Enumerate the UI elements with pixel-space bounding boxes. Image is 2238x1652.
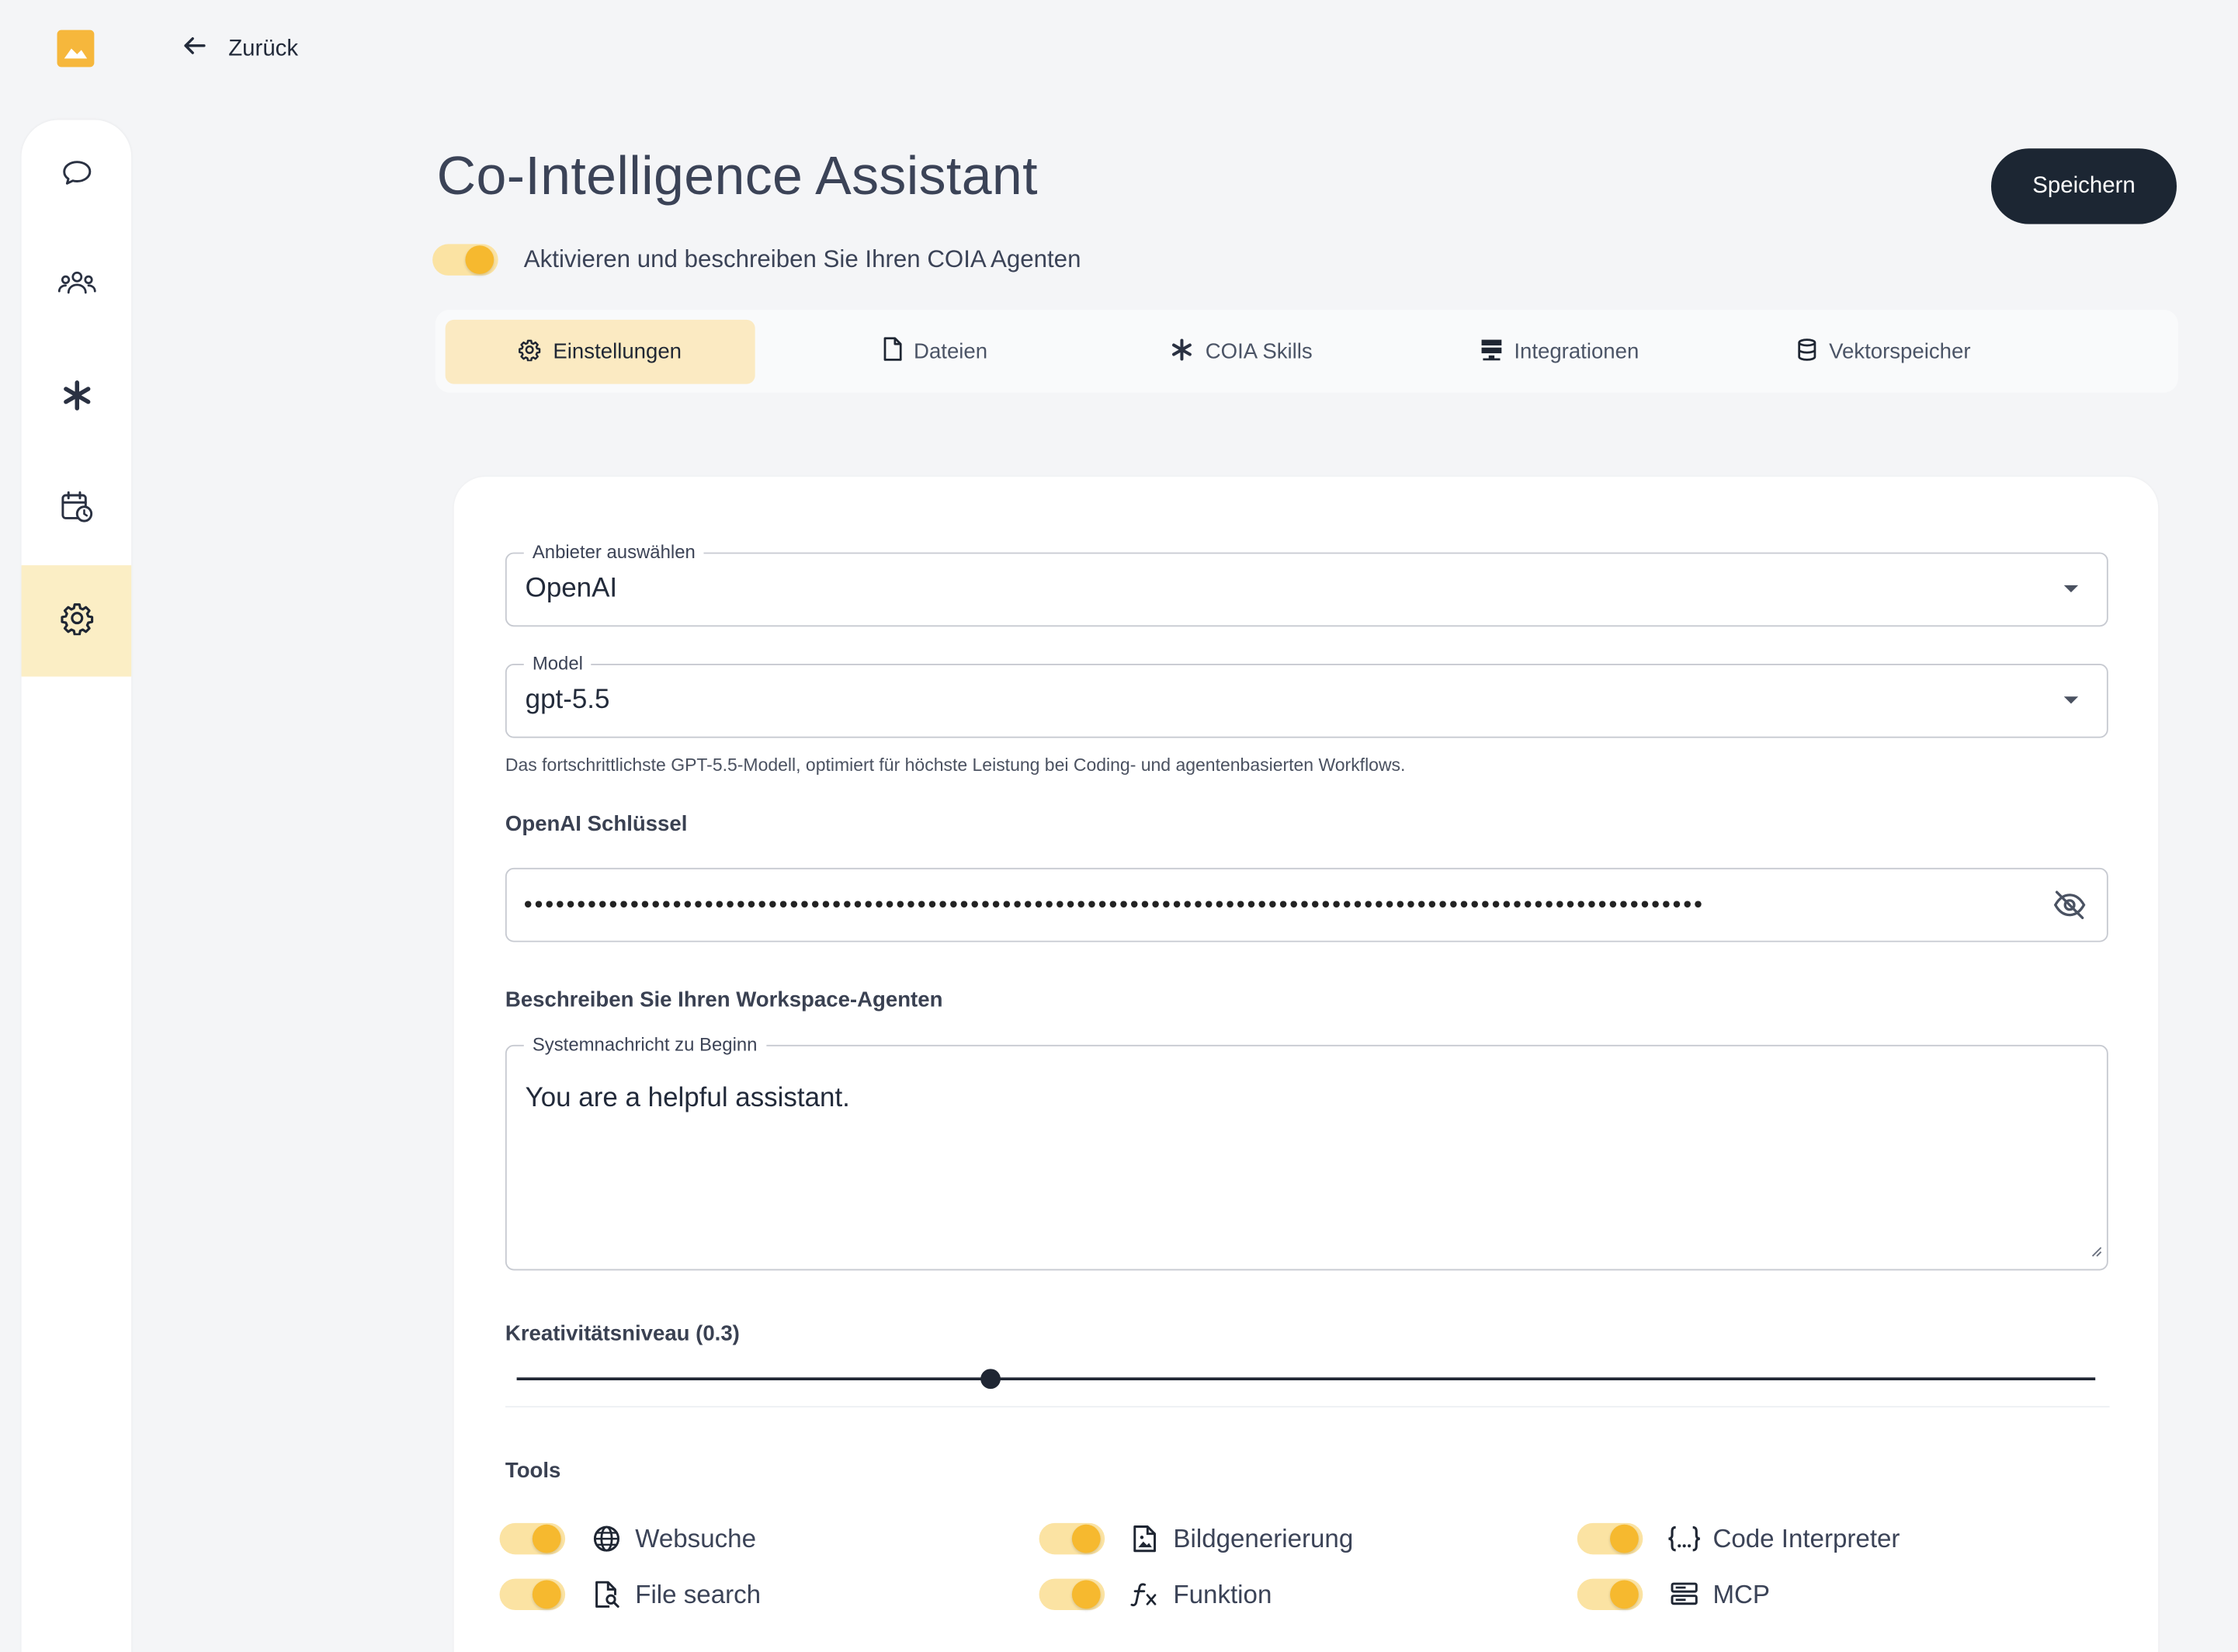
tab-integrationen[interactable]: Integrationen — [1470, 320, 1649, 384]
toggle-knob — [532, 1580, 561, 1609]
funktion-toggle[interactable] — [1039, 1578, 1105, 1611]
calendar-clock-icon — [57, 488, 95, 532]
users-icon — [57, 266, 96, 307]
asterisk-icon — [61, 379, 92, 418]
app-logo — [57, 30, 95, 68]
toggle-knob — [465, 245, 494, 275]
chevron-down-icon — [2063, 585, 2079, 593]
toggle-knob — [1610, 1524, 1639, 1553]
system-message-value: You are a helpful assistant. — [525, 1083, 850, 1114]
toggle-knob — [1071, 1580, 1101, 1609]
tab-label: Integrationen — [1514, 339, 1639, 364]
tool-label-file-search: File search — [635, 1580, 762, 1609]
image-icon — [64, 48, 88, 59]
sidebar-item-users[interactable] — [22, 231, 132, 342]
sidebar-item-schedule[interactable] — [22, 454, 132, 565]
tool-label-websuche: Websuche — [635, 1524, 756, 1553]
tab-einstellungen[interactable]: Einstellungen — [445, 319, 755, 384]
provider-select[interactable]: Anbieter auswählen OpenAI — [505, 540, 2108, 627]
sidebar-item-chat[interactable] — [22, 120, 132, 231]
websuche-toggle[interactable] — [499, 1522, 566, 1555]
file-icon — [883, 337, 903, 367]
file-search-icon — [592, 1580, 621, 1609]
description-section-label: Beschreiben Sie Ihren Workspace-Agenten — [505, 987, 943, 1012]
function-icon — [1130, 1580, 1159, 1609]
arrow-left-icon — [180, 31, 209, 67]
toggle-knob — [1071, 1524, 1101, 1553]
sidebar — [21, 120, 132, 1652]
code-braces-icon — [1667, 1525, 1702, 1553]
back-label: Zurück — [228, 36, 299, 61]
chevron-down-icon — [2063, 696, 2079, 704]
system-message-label: Systemnachricht zu Beginn — [523, 1033, 766, 1055]
globe-icon — [592, 1525, 621, 1553]
tool-label-mcp: MCP — [1712, 1580, 1770, 1609]
file-search-toggle[interactable] — [499, 1578, 566, 1611]
gear-icon — [519, 338, 542, 366]
creativity-label: Kreativitätsniveau (0.3) — [505, 1321, 740, 1346]
page-title: Co-Intelligence Assistant — [436, 147, 1038, 207]
asterisk-icon — [1171, 338, 1194, 366]
database-icon — [1798, 338, 1818, 366]
bildgenerierung-toggle[interactable] — [1039, 1522, 1105, 1555]
eye-off-icon[interactable] — [2052, 890, 2087, 928]
tab-bar: Einstellungen Dateien COIA Skills Integr… — [435, 309, 2178, 393]
resize-handle-icon[interactable] — [2091, 1239, 2103, 1265]
tab-label: Vektorspeicher — [1829, 339, 1971, 364]
back-link[interactable]: Zurück — [180, 31, 298, 67]
activate-toggle[interactable] — [432, 244, 498, 276]
save-button[interactable]: Speichern — [1990, 148, 2177, 224]
toggle-knob — [532, 1524, 561, 1553]
activate-label: Aktivieren und beschreiben Sie Ihren COI… — [523, 245, 1081, 273]
sidebar-item-settings[interactable] — [21, 565, 132, 677]
tab-label: Dateien — [914, 339, 988, 364]
chat-bubble-icon — [59, 154, 93, 196]
tab-label: Einstellungen — [553, 339, 682, 364]
api-key-input[interactable]: ••••••••••••••••••••••••••••••••••••••••… — [505, 867, 2108, 942]
model-select[interactable]: Model gpt-5.5 — [505, 652, 2108, 738]
tool-label-funktion: Funktion — [1173, 1580, 1272, 1609]
model-helper-text: Das fortschrittlichste GPT-5.5-Modell, o… — [505, 755, 1406, 776]
creativity-slider-track[interactable] — [516, 1377, 2096, 1381]
tab-vektorspeicher[interactable]: Vektorspeicher — [1784, 320, 1983, 384]
model-label: Model — [523, 652, 592, 674]
tab-coia-skills[interactable]: COIA Skills — [1164, 320, 1320, 384]
provider-label: Anbieter auswählen — [523, 540, 704, 563]
server-icon — [1480, 338, 1502, 366]
tab-label: COIA Skills — [1205, 339, 1313, 364]
mcp-toggle[interactable] — [1577, 1578, 1643, 1611]
model-value: gpt-5.5 — [525, 685, 610, 716]
system-message-textarea[interactable]: Systemnachricht zu Beginn You are a help… — [505, 1033, 2108, 1271]
toggle-knob — [1610, 1580, 1639, 1609]
divider — [505, 1406, 2110, 1407]
gear-icon — [59, 600, 93, 641]
code-interpreter-toggle[interactable] — [1577, 1522, 1643, 1555]
tool-label-code-interpreter: Code Interpreter — [1712, 1524, 1900, 1553]
creativity-slider-thumb[interactable] — [980, 1369, 1001, 1390]
api-key-label: OpenAI Schlüssel — [505, 812, 688, 837]
api-key-masked-value: ••••••••••••••••••••••••••••••••••••••••… — [523, 890, 1705, 918]
image-file-icon — [1130, 1525, 1159, 1553]
tools-label: Tools — [505, 1459, 561, 1484]
tab-dateien[interactable]: Dateien — [863, 320, 1006, 384]
tool-label-bildgenerierung: Bildgenerierung — [1173, 1524, 1354, 1553]
provider-value: OpenAI — [525, 574, 618, 604]
server-icon — [1670, 1580, 1698, 1609]
sidebar-item-skills[interactable] — [22, 342, 132, 453]
